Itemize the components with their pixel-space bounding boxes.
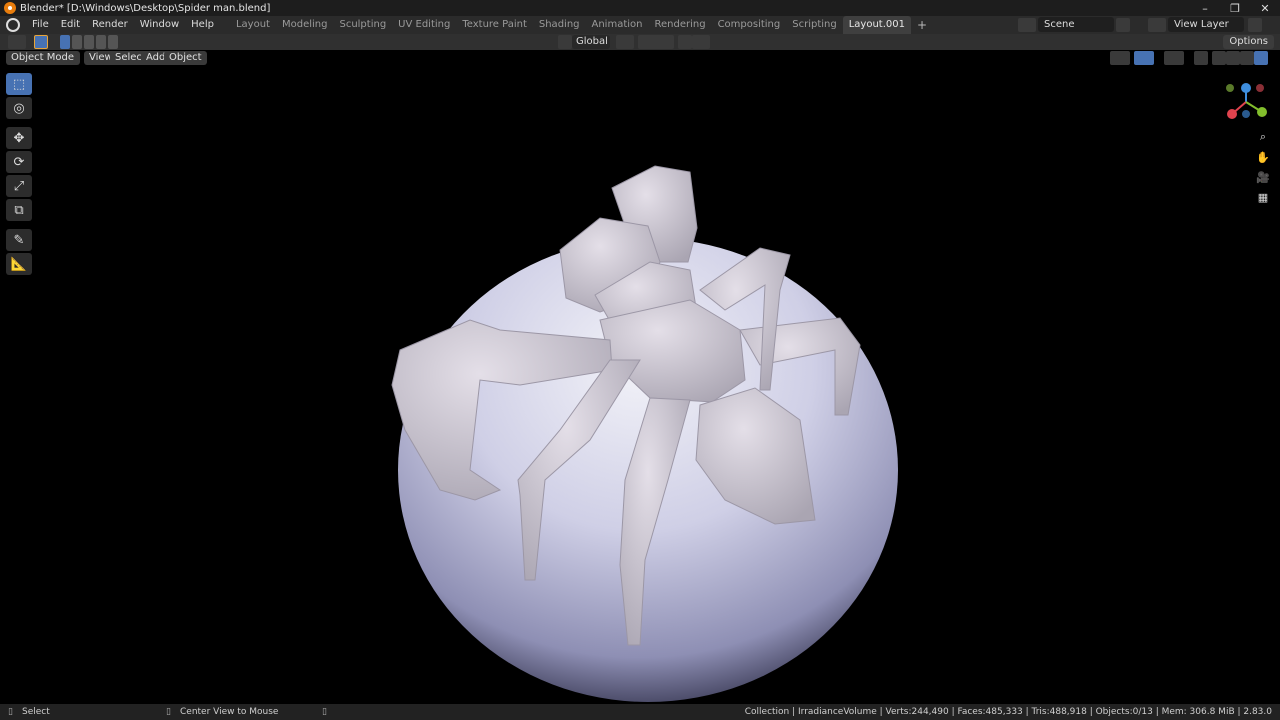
pan-icon[interactable]: ✋ (1254, 148, 1272, 166)
mode-subtract-icon[interactable] (84, 35, 94, 49)
tab-shading[interactable]: Shading (533, 16, 586, 34)
editor-type-icon[interactable] (8, 35, 26, 49)
object-menu[interactable]: Object (164, 51, 207, 65)
menu-render[interactable]: Render (86, 16, 134, 34)
3d-viewport[interactable] (0, 66, 1280, 704)
move-icon[interactable]: ✥ (6, 127, 32, 149)
ortho-toggle-icon[interactable]: ▦ (1254, 188, 1272, 206)
menu-edit[interactable]: Edit (55, 16, 86, 34)
mode-set-icon[interactable] (60, 35, 70, 49)
overlay-toggle-icon[interactable] (1164, 51, 1184, 65)
proportional-edit-icon[interactable] (678, 35, 692, 49)
mode-extend-icon[interactable] (72, 35, 82, 49)
x-axis-icon (1227, 109, 1237, 119)
mouse-right-icon: ▯ (322, 707, 327, 717)
view-layer-icon[interactable] (1148, 18, 1166, 32)
tab-layout-001[interactable]: Layout.001 (842, 16, 911, 34)
orientation-dropdown[interactable]: Global (572, 35, 610, 49)
cursor-icon[interactable]: ◎ (6, 97, 32, 119)
left-toolbar: ⬚ ◎ ✥ ⟳ ⤢ ⧉ ✎ 📐 (6, 73, 32, 277)
select-box-icon[interactable]: ⬚ (6, 73, 32, 95)
solid-shading-icon[interactable] (1226, 51, 1240, 65)
orientation-icon (558, 35, 572, 49)
mode-intersect-icon[interactable] (108, 35, 118, 49)
tab-compositing[interactable]: Compositing (712, 16, 787, 34)
zoom-icon[interactable]: ⌕ (1254, 128, 1272, 146)
tab-layout[interactable]: Layout (230, 16, 276, 34)
tab-uv-editing[interactable]: UV Editing (392, 16, 456, 34)
material-shading-icon[interactable] (1240, 51, 1254, 65)
scene-icon[interactable] (1018, 18, 1036, 32)
title-bar: Blender* [D:\Windows\Desktop\Spider man.… (0, 0, 1280, 16)
minimize-button[interactable]: – (1190, 0, 1220, 16)
tab-animation[interactable]: Animation (586, 16, 649, 34)
window-title: Blender* [D:\Windows\Desktop\Spider man.… (20, 2, 271, 14)
select-tool-icon[interactable] (34, 35, 48, 49)
falloff-icon[interactable] (692, 35, 710, 49)
tab-modeling[interactable]: Modeling (276, 16, 334, 34)
menu-file[interactable]: File (26, 16, 55, 34)
tab-texture-paint[interactable]: Texture Paint (456, 16, 533, 34)
y-axis-icon (1257, 107, 1267, 117)
camera-view-icon[interactable]: 🎥 (1254, 168, 1272, 186)
wireframe-shading-icon[interactable] (1212, 51, 1226, 65)
scene-field[interactable]: Scene (1038, 17, 1114, 32)
menu-help[interactable]: Help (185, 16, 220, 34)
status-bar: ▯ Select ▯ Center View to Mouse ▯ Collec… (0, 704, 1280, 720)
blender-menu-icon[interactable] (6, 18, 20, 32)
tab-sculpting[interactable]: Sculpting (333, 16, 392, 34)
status-stats: Collection | IrradianceVolume | Verts:24… (744, 707, 1272, 717)
z-axis-icon (1241, 83, 1251, 93)
scale-icon[interactable]: ⤢ (6, 175, 32, 197)
visibility-icon[interactable] (1110, 51, 1130, 65)
options-button[interactable]: Options (1223, 35, 1274, 49)
snap-icon[interactable] (638, 35, 674, 49)
mode-difference-icon[interactable] (96, 35, 106, 49)
status-select: Select (22, 707, 50, 717)
workspace-tabs: Layout Modeling Sculpting UV Editing Tex… (230, 16, 933, 34)
status-center-view: Center View to Mouse (180, 707, 279, 717)
new-scene-icon[interactable] (1116, 18, 1130, 32)
transform-icon[interactable]: ⧉ (6, 199, 32, 221)
add-workspace-button[interactable]: + (911, 16, 933, 34)
blender-logo-icon (4, 2, 16, 14)
viewport-header: Object Mode View Select Add Object (0, 50, 1280, 66)
maximize-button[interactable]: ❐ (1220, 0, 1250, 16)
navigation-gizmo[interactable] (1222, 80, 1270, 124)
rendered-shading-icon[interactable] (1254, 51, 1268, 65)
viewport-scene (391, 165, 898, 702)
measure-icon[interactable]: 📐 (6, 253, 32, 275)
xray-toggle-icon[interactable] (1194, 51, 1208, 65)
menu-window[interactable]: Window (134, 16, 185, 34)
view-layer-field[interactable]: View Layer (1168, 17, 1244, 32)
tab-scripting[interactable]: Scripting (786, 16, 842, 34)
rotate-icon[interactable]: ⟳ (6, 151, 32, 173)
tool-header: Global Options (0, 34, 1280, 50)
new-view-layer-icon[interactable] (1248, 18, 1262, 32)
tab-rendering[interactable]: Rendering (648, 16, 711, 34)
mouse-left-icon: ▯ (8, 707, 13, 717)
close-button[interactable]: ✕ (1250, 0, 1280, 16)
annotate-icon[interactable]: ✎ (6, 229, 32, 251)
mouse-middle-icon: ▯ (166, 707, 171, 717)
gizmo-toggle-icon[interactable] (1134, 51, 1154, 65)
pivot-icon[interactable] (616, 35, 634, 49)
mode-dropdown[interactable]: Object Mode (6, 51, 80, 65)
